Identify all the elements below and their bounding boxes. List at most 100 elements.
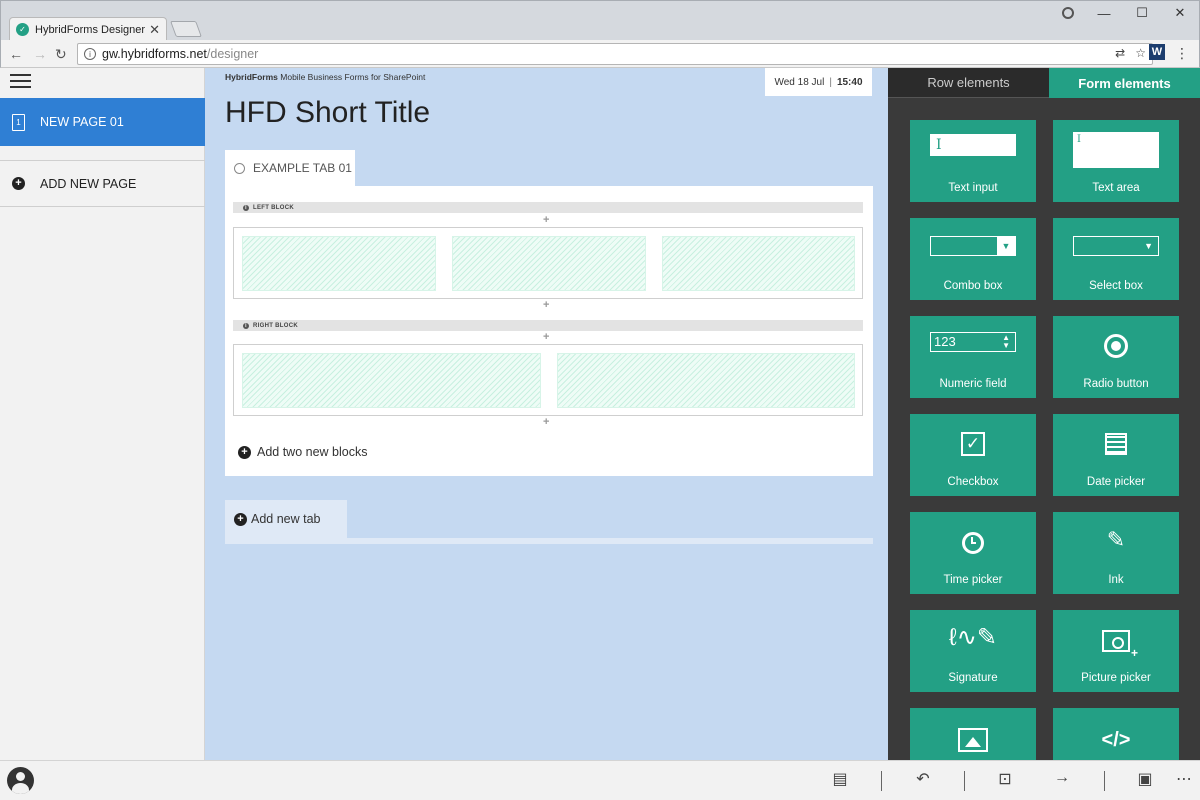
browser-account-icon[interactable] — [1062, 7, 1074, 19]
reload-icon[interactable]: ↻ — [55, 46, 67, 63]
text-input-tile[interactable]: I Text input — [910, 120, 1036, 202]
back-arrow-icon[interactable]: ← — [9, 46, 23, 62]
window-close-button[interactable]: ✕ — [1161, 5, 1199, 21]
right-block-row[interactable] — [233, 344, 863, 416]
add-blocks-label: Add two new blocks — [257, 445, 368, 459]
brand-line: HybridForms Mobile Business Forms for Sh… — [225, 72, 425, 82]
placeholder-cell[interactable] — [662, 236, 855, 291]
tab-radio-icon — [234, 162, 245, 174]
radio-button-tile[interactable]: Radio button — [1053, 316, 1179, 398]
placeholder-cell[interactable] — [452, 236, 646, 291]
tile-label: Picture picker — [1081, 672, 1151, 684]
address-bar[interactable]: i gw.hybridforms.net/designer ⇄ ☆ — [77, 43, 1153, 65]
browser-tab-title: HybridForms Designer — [35, 23, 146, 36]
bookmark-star-icon[interactable]: ☆ — [1135, 46, 1146, 60]
placeholder-cell[interactable] — [557, 353, 855, 408]
image-icon — [958, 728, 988, 752]
page-title[interactable]: HFD Short Title — [225, 96, 430, 130]
sidebar-page-item[interactable]: 1 NEW PAGE 01 — [0, 98, 205, 146]
code-icon: </> — [1101, 729, 1131, 751]
tile-label: Text area — [1092, 182, 1140, 194]
time-picker-tile[interactable]: Time picker — [910, 512, 1036, 594]
hamburger-menu-icon[interactable] — [10, 74, 31, 88]
tile-label: Select box — [1089, 280, 1143, 292]
tab-form-elements[interactable]: Form elements — [1049, 68, 1200, 98]
user-avatar-icon[interactable] — [7, 767, 34, 794]
browser-tab[interactable]: ✓ HybridForms Designer ✕ — [9, 17, 167, 41]
hybridforms-favicon-icon: ✓ — [16, 23, 29, 36]
text-area-icon: I — [1073, 132, 1159, 168]
minimize-button[interactable]: — — [1085, 6, 1123, 21]
left-block-header[interactable]: i LEFT BLOCK — [233, 202, 863, 213]
url-path: /designer — [206, 47, 259, 61]
browser-toolbar: ← → ↻ i gw.hybridforms.net/designer ⇄ ☆ … — [0, 40, 1200, 68]
browser-menu-icon[interactable]: ⋮ — [1175, 45, 1189, 62]
browser-tabstrip: ✓ HybridForms Designer ✕ — ☐ ✕ — [0, 0, 1200, 41]
select-box-icon: ▼ — [1073, 236, 1159, 256]
extension-icon[interactable]: W — [1149, 44, 1165, 60]
tab-example-tab-01[interactable]: EXAMPLE TAB 01 — [225, 150, 355, 186]
add-tab-label: Add new tab — [251, 512, 321, 526]
add-row-plus-icon[interactable]: + — [543, 331, 549, 343]
numeric-field-tile[interactable]: 123 ▲ ▼ Numeric field — [910, 316, 1036, 398]
tile-label: Signature — [948, 672, 998, 684]
numeric-field-icon: 123 ▲ ▼ — [930, 332, 1016, 352]
add-row-plus-icon[interactable]: + — [543, 299, 549, 311]
preview-icon[interactable]: ▤ — [828, 769, 852, 789]
checkbox-icon: ✓ — [961, 432, 985, 456]
date-picker-tile[interactable]: Date picker — [1053, 414, 1179, 496]
import-icon[interactable]: ⊡ — [993, 769, 1017, 789]
window-controls: — ☐ ✕ — [1085, 1, 1199, 25]
site-info-icon[interactable]: i — [84, 48, 96, 60]
image-tile[interactable] — [910, 708, 1036, 760]
add-two-new-blocks-button[interactable]: + Add two new blocks — [238, 445, 367, 459]
add-new-tab-button[interactable]: + Add new tab — [225, 500, 347, 538]
tile-label: Radio button — [1083, 378, 1149, 390]
add-row-plus-icon[interactable]: + — [543, 214, 549, 226]
new-tab-button[interactable] — [170, 21, 202, 37]
date-text: Wed 18 Jul — [774, 76, 825, 88]
text-input-icon: I — [930, 134, 1016, 156]
elements-panel: Row elements Form elements I Text input … — [888, 68, 1200, 760]
undo-icon[interactable]: ↶ — [911, 769, 935, 789]
placeholder-cell[interactable] — [242, 236, 436, 291]
signature-tile[interactable]: ℓ∿✎ Signature — [910, 610, 1036, 692]
more-options-icon[interactable]: ⋯ — [1172, 769, 1196, 789]
tile-label: Date picker — [1086, 476, 1146, 488]
combo-box-tile[interactable]: ▼ Combo box — [910, 218, 1036, 300]
picture-picker-tile[interactable]: Picture picker — [1053, 610, 1179, 692]
add-row-plus-icon[interactable]: + — [543, 416, 549, 428]
maximize-button[interactable]: ☐ — [1123, 5, 1161, 21]
add-new-page-button[interactable]: + ADD NEW PAGE — [0, 161, 205, 207]
tab-close-icon[interactable]: ✕ — [149, 22, 160, 38]
toolbar-separator — [964, 771, 965, 791]
html-code-tile[interactable]: </> — [1053, 708, 1179, 760]
tab-strip-underline — [225, 538, 873, 544]
placeholder-cell[interactable] — [242, 353, 541, 408]
plus-circle-icon: + — [12, 177, 25, 190]
pages-sidebar: 1 NEW PAGE 01 + ADD NEW PAGE — [0, 68, 205, 760]
left-block-row[interactable] — [233, 227, 863, 299]
date-time-box: Wed 18 Jul | 15:40 — [765, 68, 872, 96]
tile-label: Time picker — [943, 574, 1003, 586]
left-block-label: LEFT BLOCK — [253, 204, 294, 211]
picture-picker-icon — [1102, 630, 1138, 660]
toolbar-separator — [1104, 771, 1105, 791]
design-canvas: HybridForms Mobile Business Forms for Sh… — [205, 68, 888, 760]
ink-tile[interactable]: ✎ Ink — [1053, 512, 1179, 594]
bottom-toolbar: ▤ ↶ ⊡ → ▣ ⋯ — [0, 760, 1200, 800]
forward-arrow-icon[interactable]: → — [1050, 769, 1074, 787]
add-new-page-label: ADD NEW PAGE — [40, 176, 137, 191]
time-text: 15:40 — [836, 76, 863, 88]
tab-row-elements[interactable]: Row elements — [888, 68, 1049, 98]
right-block-header[interactable]: i RIGHT BLOCK — [233, 320, 863, 331]
translate-icon[interactable]: ⇄ — [1115, 46, 1125, 60]
checkbox-tile[interactable]: ✓ Checkbox — [910, 414, 1036, 496]
forward-arrow-icon[interactable]: → — [33, 46, 47, 62]
brand-name: HybridForms — [225, 72, 278, 82]
url-host: gw.hybridforms.net — [102, 47, 207, 61]
save-icon[interactable]: ▣ — [1133, 769, 1157, 789]
right-block-label: RIGHT BLOCK — [253, 322, 298, 329]
text-area-tile[interactable]: I Text area — [1053, 120, 1179, 202]
select-box-tile[interactable]: ▼ Select box — [1053, 218, 1179, 300]
